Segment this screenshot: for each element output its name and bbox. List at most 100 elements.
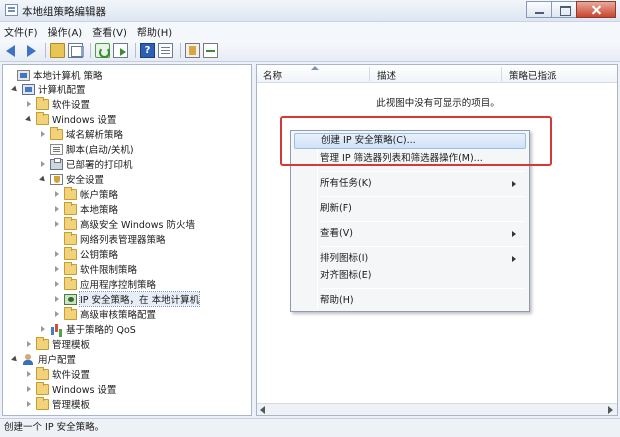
console-tree[interactable]: 本地计算机 策略 计算机配置 软件设置 Windows 设置 域名解析策略 脚本… bbox=[2, 64, 252, 416]
expand-arrow-icon[interactable] bbox=[25, 100, 33, 108]
security-icon bbox=[50, 173, 63, 185]
policy-icon bbox=[17, 69, 30, 81]
tree-item-computer-config[interactable]: 计算机配置 bbox=[11, 82, 86, 96]
expand-arrow-icon[interactable] bbox=[53, 310, 61, 318]
tree-item-network-list[interactable]: 网络列表管理器策略 bbox=[53, 231, 166, 246]
column-header-name[interactable]: 名称 bbox=[263, 68, 282, 82]
expand-arrow-icon[interactable] bbox=[39, 160, 47, 168]
tree-item-user-config[interactable]: 用户配置 bbox=[11, 352, 76, 366]
expand-arrow-icon[interactable] bbox=[39, 130, 47, 138]
tree-item-label: Windows 设置 bbox=[52, 115, 117, 126]
collapse-arrow-icon[interactable] bbox=[39, 175, 47, 183]
user-icon bbox=[22, 353, 35, 365]
menu-item-manage-ip-filters[interactable]: 管理 IP 筛选器列表和筛选器操作(M)... bbox=[294, 151, 526, 167]
expand-arrow-icon[interactable] bbox=[25, 385, 33, 393]
tree-item-root[interactable]: 本地计算机 策略 bbox=[6, 68, 103, 82]
folder-icon bbox=[36, 381, 49, 395]
menu-item-arrange-icons[interactable]: 排列图标(I) bbox=[294, 251, 526, 267]
tree-item-label: 域名解析策略 bbox=[66, 130, 124, 141]
menu-item-refresh[interactable]: 刷新(F) bbox=[294, 201, 526, 217]
context-menu: 创建 IP 安全策略(C)... 管理 IP 筛选器列表和筛选器操作(M)...… bbox=[290, 130, 530, 312]
tree-item-label: 软件设置 bbox=[52, 100, 91, 111]
minimize-button[interactable] bbox=[526, 1, 552, 18]
folder-icon bbox=[36, 111, 49, 125]
expand-arrow-icon[interactable] bbox=[25, 340, 33, 348]
tree-item-account-policies[interactable]: 帐户策略 bbox=[53, 186, 118, 201]
expand-arrow-icon[interactable] bbox=[53, 190, 61, 198]
menu-item-label: 管理 IP 筛选器列表和筛选器操作(M)... bbox=[320, 153, 483, 164]
properties-icon[interactable] bbox=[158, 43, 173, 58]
policy-icon[interactable] bbox=[185, 43, 200, 58]
folder-icon bbox=[50, 126, 63, 140]
tree-item-label: 应用程序控制策略 bbox=[80, 280, 157, 291]
tree-item-admin-templates[interactable]: 管理模板 bbox=[25, 336, 91, 351]
tree-item-app-control[interactable]: 应用程序控制策略 bbox=[53, 276, 157, 291]
tree-item-scripts[interactable]: 脚本(启动/关机) bbox=[39, 142, 134, 156]
show-hide-tree-icon[interactable] bbox=[68, 43, 84, 58]
tree-item-ipsec[interactable]: IP 安全策略，在 本地计算机 bbox=[53, 291, 201, 307]
tree-item-label: Windows 设置 bbox=[52, 385, 117, 396]
policy-action-icon[interactable] bbox=[203, 43, 218, 58]
tree-item-user-admin-templates[interactable]: 管理模板 bbox=[25, 396, 90, 411]
export-list-icon[interactable] bbox=[113, 43, 128, 58]
expand-arrow-icon[interactable] bbox=[53, 265, 61, 273]
menu-file[interactable]: 文件(F) bbox=[4, 24, 38, 39]
column-header-description[interactable]: 描述 bbox=[377, 68, 396, 82]
tree-item-software-settings[interactable]: 软件设置 bbox=[25, 96, 91, 111]
expand-arrow-icon[interactable] bbox=[53, 280, 61, 288]
tree-item-label: 安全设置 bbox=[66, 175, 105, 186]
tree-item-audit[interactable]: 高级审核策略配置 bbox=[53, 306, 156, 321]
tree-item-windows-settings[interactable]: Windows 设置 bbox=[25, 111, 117, 126]
toolbar-separator bbox=[180, 43, 181, 58]
refresh-icon[interactable] bbox=[95, 43, 110, 58]
expand-arrow-icon[interactable] bbox=[25, 400, 33, 408]
tree-item-label: 管理模板 bbox=[52, 340, 91, 351]
column-divider[interactable] bbox=[501, 67, 502, 81]
menu-view[interactable]: 查看(V) bbox=[92, 24, 127, 39]
menu-item-line-up-icons[interactable]: 对齐图标(E) bbox=[294, 268, 526, 284]
collapse-arrow-icon[interactable] bbox=[11, 355, 19, 363]
menu-item-label: 创建 IP 安全策略(C)... bbox=[321, 135, 416, 146]
tree-item-user-windows-settings[interactable]: Windows 设置 bbox=[25, 381, 117, 396]
scroll-left-icon[interactable] bbox=[260, 406, 265, 414]
column-divider[interactable] bbox=[369, 67, 370, 81]
help-icon[interactable]: ? bbox=[140, 43, 155, 58]
folder-icon bbox=[36, 96, 49, 110]
expand-arrow-icon[interactable] bbox=[53, 220, 61, 228]
tree-item-label: IP 安全策略，在 本地计算机 bbox=[78, 291, 201, 307]
menu-item-all-tasks[interactable]: 所有任务(K) bbox=[294, 176, 526, 192]
collapse-arrow-icon[interactable] bbox=[11, 85, 19, 93]
tree-item-local-policies[interactable]: 本地策略 bbox=[53, 201, 118, 216]
menu-help[interactable]: 帮助(H) bbox=[137, 24, 172, 39]
menu-item-view[interactable]: 查看(V) bbox=[294, 226, 526, 242]
tree-item-deployed-printers[interactable]: 已部署的打印机 bbox=[39, 157, 133, 171]
forward-arrow-icon[interactable] bbox=[23, 43, 38, 58]
scroll-right-icon[interactable] bbox=[608, 406, 613, 414]
tree-item-label: 脚本(启动/关机) bbox=[66, 145, 134, 156]
tree-item-firewall[interactable]: 高级安全 Windows 防火墙 bbox=[53, 216, 195, 231]
column-header-assigned[interactable]: 策略已指派 bbox=[509, 68, 557, 82]
tree-item-label: 高级安全 Windows 防火墙 bbox=[80, 220, 195, 231]
tree-item-user-software-settings[interactable]: 软件设置 bbox=[25, 366, 90, 381]
folder-icon bbox=[64, 306, 77, 320]
expand-arrow-icon[interactable] bbox=[53, 250, 61, 258]
maximize-button[interactable] bbox=[551, 1, 577, 18]
expand-arrow-icon[interactable] bbox=[53, 295, 61, 303]
menu-action[interactable]: 操作(A) bbox=[48, 24, 83, 39]
menu-item-create-ip-policy[interactable]: 创建 IP 安全策略(C)... bbox=[294, 133, 526, 149]
close-button[interactable] bbox=[576, 1, 616, 18]
tree-item-security-settings[interactable]: 安全设置 bbox=[39, 172, 104, 186]
expand-arrow-icon[interactable] bbox=[25, 370, 33, 378]
tree-item-public-key[interactable]: 公钥策略 bbox=[53, 246, 118, 261]
expand-arrow-icon[interactable] bbox=[53, 205, 61, 213]
menu-item-help[interactable]: 帮助(H) bbox=[294, 293, 526, 309]
tree-item-qos[interactable]: 基于策略的 QoS bbox=[39, 322, 136, 336]
horizontal-scrollbar[interactable] bbox=[257, 403, 617, 415]
back-arrow-icon[interactable] bbox=[5, 43, 20, 58]
up-folder-icon[interactable] bbox=[50, 43, 65, 58]
tree-item-software-restriction[interactable]: 软件限制策略 bbox=[53, 261, 137, 276]
tree-item-name-resolution[interactable]: 域名解析策略 bbox=[39, 126, 124, 141]
folder-icon bbox=[36, 336, 49, 350]
expand-arrow-icon[interactable] bbox=[39, 325, 47, 333]
collapse-arrow-icon[interactable] bbox=[25, 115, 33, 123]
